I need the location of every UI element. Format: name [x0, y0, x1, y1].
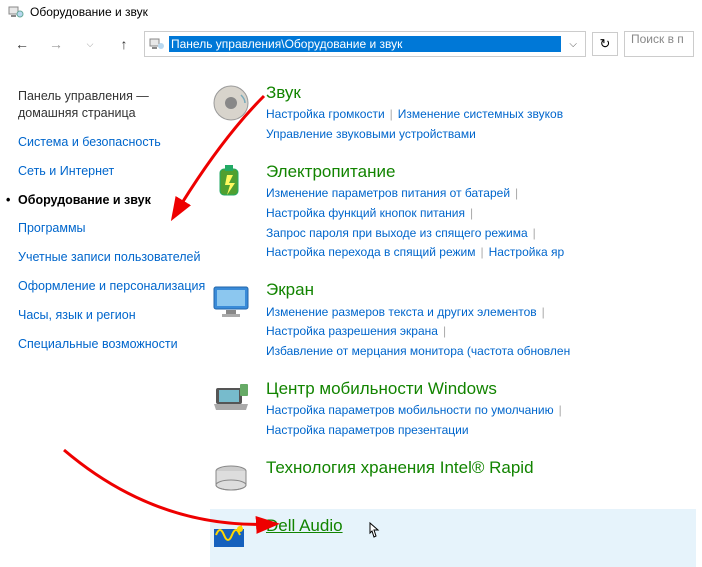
back-button[interactable]: ← — [8, 30, 36, 58]
link-resolution[interactable]: Настройка разрешения экрана — [266, 324, 438, 338]
sound-icon — [210, 82, 252, 124]
category-title-display[interactable]: Экран — [266, 279, 696, 300]
link-presentation[interactable]: Настройка параметров презентации — [266, 423, 469, 437]
sidebar-item-hardware[interactable]: Оборудование и звук — [18, 186, 210, 215]
dell-audio-icon — [210, 515, 252, 557]
category-display: Экран Изменение размеров текста и других… — [210, 273, 696, 372]
mobility-icon — [210, 378, 252, 420]
address-bar[interactable]: Панель управления\Оборудование и звук ⌵ — [144, 31, 586, 57]
sidebar-item-system[interactable]: Система и безопасность — [18, 128, 210, 157]
link-power-buttons[interactable]: Настройка функций кнопок питания — [266, 206, 465, 220]
intel-storage-icon — [210, 457, 252, 499]
main-panel: Звук Настройка громкости|Изменение систе… — [210, 76, 702, 567]
category-mobility: Центр мобильности Windows Настройка пара… — [210, 372, 696, 451]
sidebar: Панель управления — домашняя страница Си… — [0, 76, 210, 567]
titlebar: Оборудование и звук — [0, 0, 702, 24]
sidebar-item-accessibility[interactable]: Специальные возможности — [18, 330, 210, 359]
sidebar-item-programs[interactable]: Программы — [18, 214, 210, 243]
content-area: Панель управления — домашняя страница Си… — [0, 64, 702, 567]
link-audio-devices[interactable]: Управление звуковыми устройствами — [266, 127, 476, 141]
category-title-dellaudio[interactable]: Dell Audio — [266, 515, 696, 536]
category-title-sound[interactable]: Звук — [266, 82, 696, 103]
search-input[interactable]: Поиск в п — [624, 31, 694, 57]
link-flicker[interactable]: Избавление от мерцания монитора (частота… — [266, 344, 570, 358]
address-dropdown[interactable]: ⌵ — [565, 39, 581, 50]
window-title: Оборудование и звук — [30, 5, 148, 19]
address-path[interactable]: Панель управления\Оборудование и звук — [169, 36, 561, 52]
power-icon — [210, 161, 252, 203]
category-title-intel[interactable]: Технология хранения Intel® Rapid — [266, 457, 696, 478]
link-battery[interactable]: Изменение параметров питания от батарей — [266, 186, 510, 200]
refresh-button[interactable]: ↻ — [592, 32, 618, 56]
toolbar: ← → ⌵ ↑ Панель управления\Оборудование и… — [0, 24, 702, 64]
category-title-power[interactable]: Электропитание — [266, 161, 696, 182]
link-brightness[interactable]: Настройка яр — [489, 245, 565, 259]
category-power: Электропитание Изменение параметров пита… — [210, 155, 696, 273]
sidebar-item-appearance[interactable]: Оформление и персонализация — [18, 272, 210, 301]
up-button[interactable]: ↑ — [110, 30, 138, 58]
forward-button[interactable]: → — [42, 30, 70, 58]
category-dellaudio: Dell Audio — [210, 509, 696, 567]
category-sound: Звук Настройка громкости|Изменение систе… — [210, 76, 696, 155]
control-panel-icon — [149, 36, 165, 52]
link-sleep[interactable]: Настройка перехода в спящий режим — [266, 245, 475, 259]
hardware-sound-icon — [8, 4, 24, 20]
category-title-mobility[interactable]: Центр мобильности Windows — [266, 378, 696, 399]
history-dropdown[interactable]: ⌵ — [76, 30, 104, 58]
sidebar-home[interactable]: Панель управления — домашняя страница — [18, 82, 210, 128]
link-system-sounds[interactable]: Изменение системных звуков — [398, 107, 563, 121]
category-intel: Технология хранения Intel® Rapid — [210, 451, 696, 509]
link-mobility-default[interactable]: Настройка параметров мобильности по умол… — [266, 403, 554, 417]
sidebar-item-clock[interactable]: Часы, язык и регион — [18, 301, 210, 330]
link-volume[interactable]: Настройка громкости — [266, 107, 385, 121]
sidebar-item-users[interactable]: Учетные записи пользователей — [18, 243, 210, 272]
link-text-size[interactable]: Изменение размеров текста и других элеме… — [266, 305, 537, 319]
display-icon — [210, 279, 252, 321]
sidebar-item-network[interactable]: Сеть и Интернет — [18, 157, 210, 186]
link-wake-password[interactable]: Запрос пароля при выходе из спящего режи… — [266, 226, 528, 240]
